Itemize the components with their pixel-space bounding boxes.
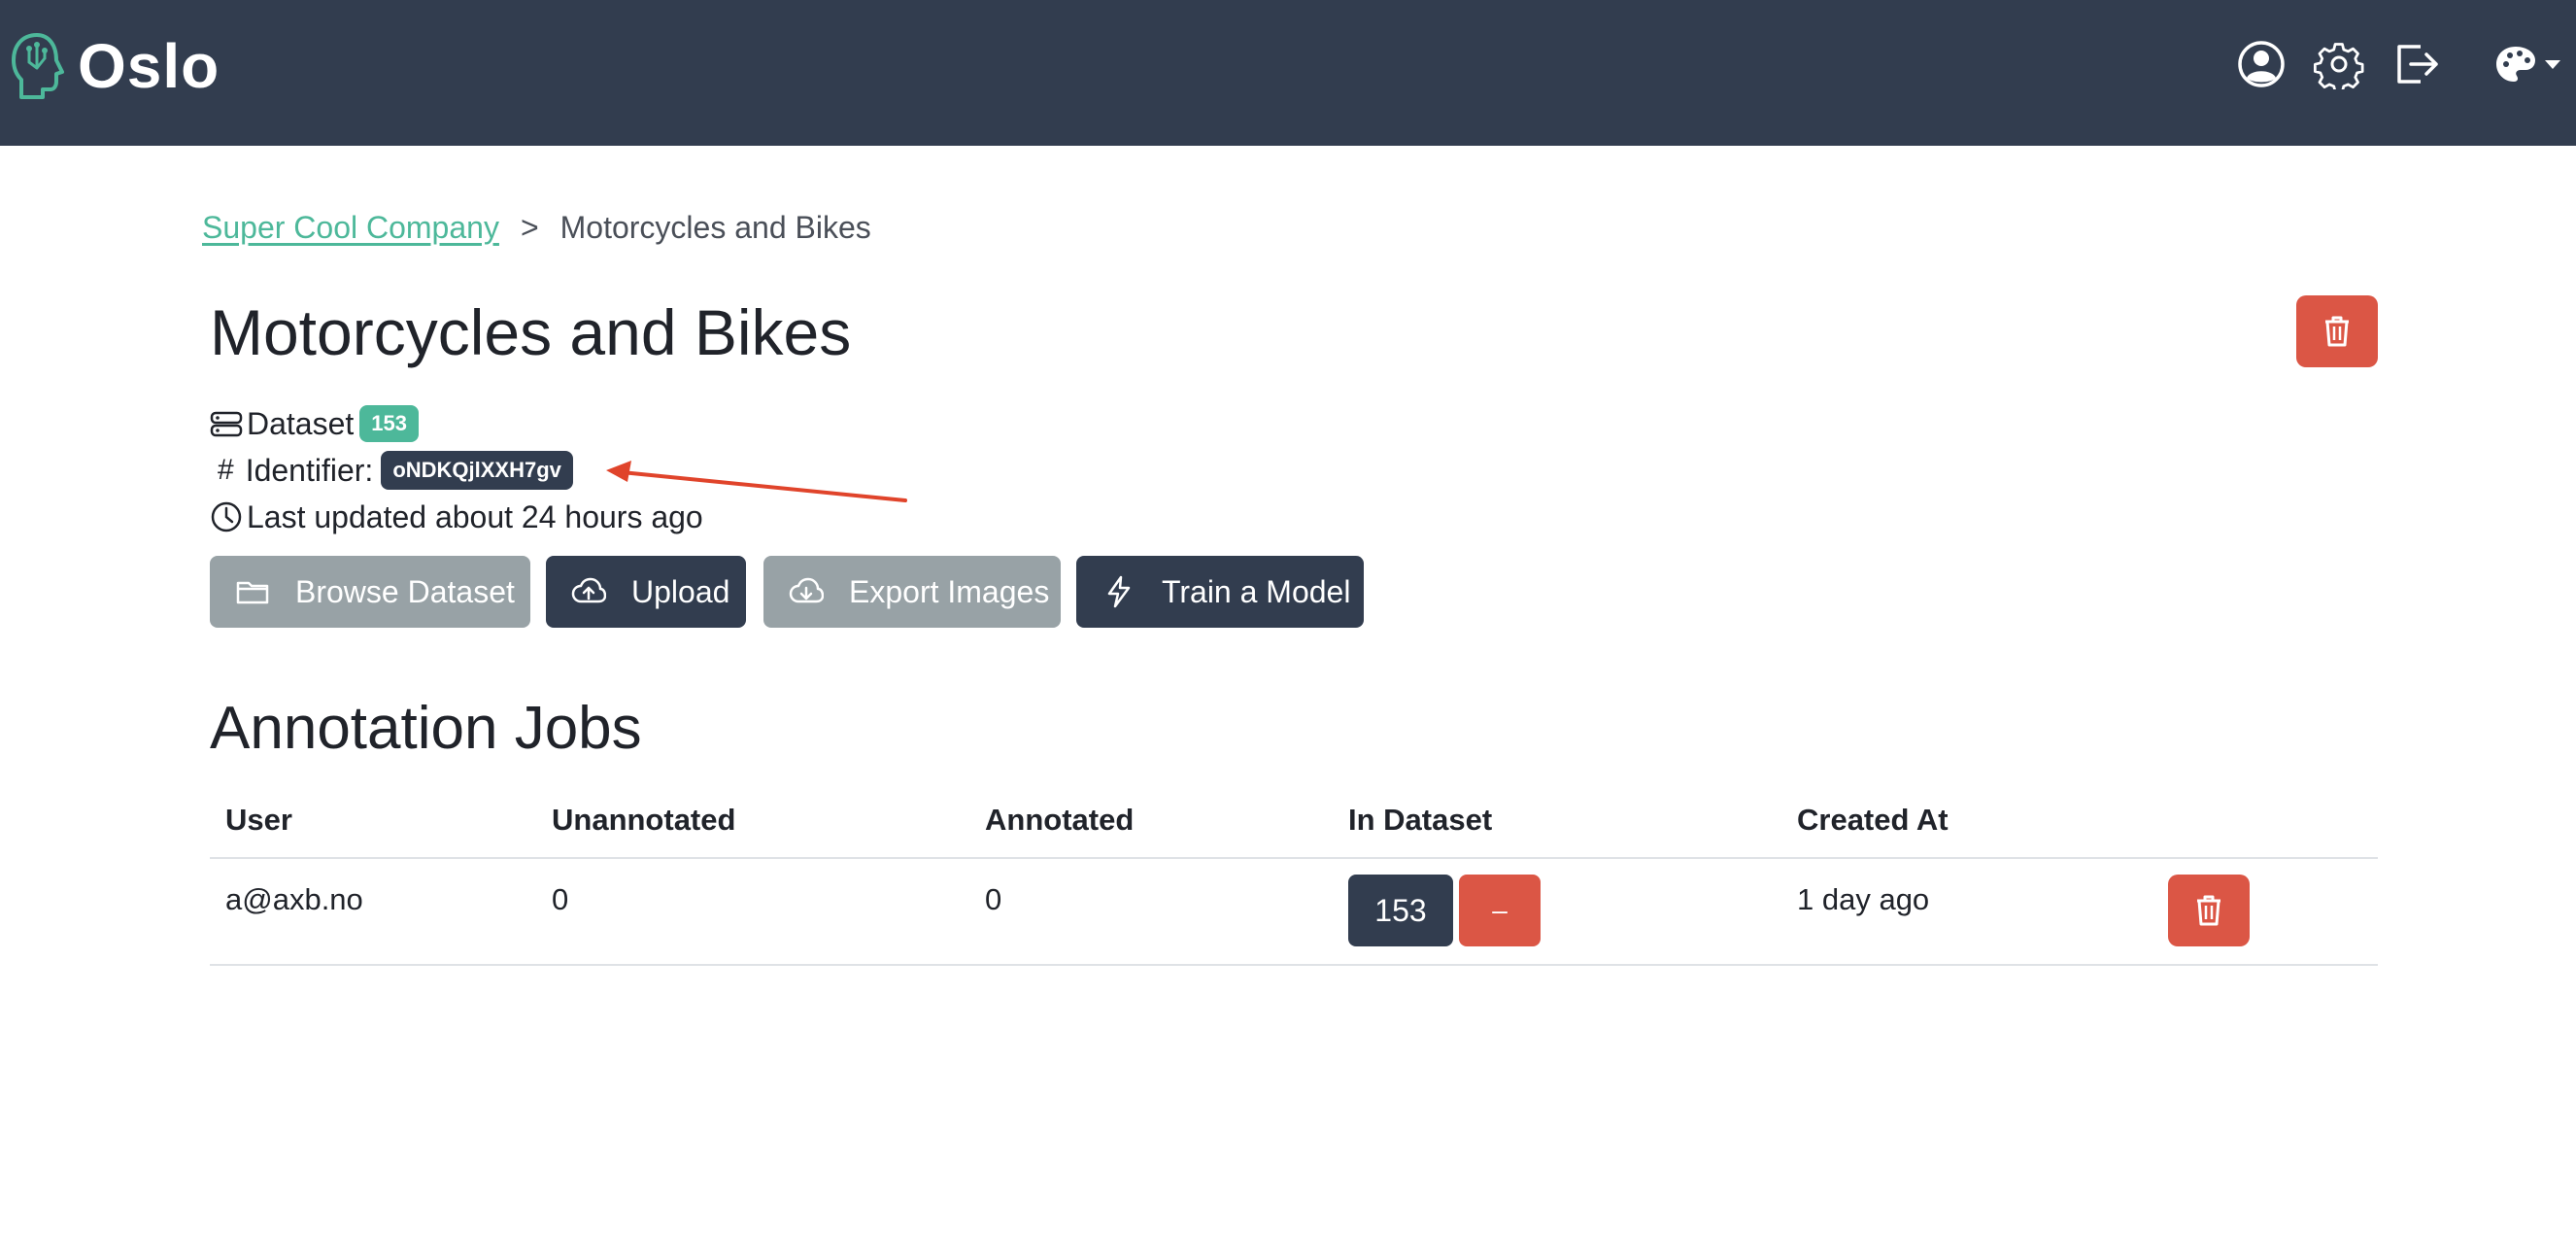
app-name: Oslo — [78, 31, 220, 101]
palette-icon[interactable] — [2492, 39, 2562, 89]
column-header-annotated: Annotated — [985, 803, 1135, 837]
upload-button[interactable]: Upload — [546, 556, 746, 628]
hash-icon: # — [218, 454, 234, 486]
cell-created-at: 1 day ago — [1797, 882, 1930, 916]
column-header-unannotated: Unannotated — [552, 803, 736, 837]
train-model-button[interactable]: Train a Model — [1076, 556, 1364, 628]
page-title: Motorcycles and Bikes — [210, 296, 852, 368]
clock-icon — [211, 501, 242, 532]
cell-unannotated: 0 — [552, 882, 569, 916]
in-dataset-count: 153 — [1348, 875, 1453, 946]
browse-dataset-label: Browse Dataset — [295, 573, 515, 609]
delete-dataset-button[interactable] — [2296, 295, 2378, 367]
brand[interactable]: Oslo — [8, 29, 220, 103]
cell-user: a@axb.no — [225, 882, 363, 916]
breadcrumb-separator: > — [520, 210, 539, 245]
brain-head-logo-icon — [12, 33, 64, 99]
folder-icon — [236, 581, 269, 604]
identifier-badge[interactable]: oNDKQjlXXH7gv — [381, 451, 573, 490]
dataset-count-badge: 153 — [359, 405, 419, 442]
top-navbar: Oslo — [0, 0, 2576, 146]
dataset-meta: Dataset 153 — [210, 402, 419, 445]
cloud-download-icon — [789, 577, 824, 603]
last-updated-text: Last updated about 24 hours ago — [247, 499, 703, 534]
server-stack-icon — [210, 411, 243, 437]
gear-icon[interactable] — [2314, 39, 2364, 89]
cloud-upload-icon — [571, 577, 606, 603]
export-images-label: Export Images — [849, 573, 1050, 609]
trash-icon — [2325, 316, 2349, 347]
breadcrumb: Super Cool Company > Motorcycles and Bik… — [202, 206, 871, 249]
delete-job-button[interactable] — [2168, 875, 2250, 946]
browse-dataset-button[interactable]: Browse Dataset — [210, 556, 530, 628]
trash-icon — [2197, 895, 2220, 926]
cell-annotated: 0 — [985, 882, 1002, 916]
logout-icon[interactable] — [2391, 39, 2442, 89]
column-header-in-dataset: In Dataset — [1348, 803, 1493, 837]
lightning-icon — [1107, 575, 1131, 608]
identifier-meta: # Identifier: oNDKQjlXXH7gv — [210, 449, 573, 492]
remove-from-dataset-button[interactable]: – — [1459, 875, 1541, 946]
updated-meta: Last updated about 24 hours ago — [210, 496, 703, 538]
annotation-jobs-table: User Unannotated Annotated In Dataset Cr… — [210, 787, 2378, 966]
breadcrumb-parent-link[interactable]: Super Cool Company — [202, 206, 499, 249]
upload-label: Upload — [631, 573, 730, 609]
column-header-user: User — [225, 803, 292, 837]
table-row: a@axb.no 0 0 153 – 1 day ago — [210, 859, 2378, 966]
user-circle-icon[interactable] — [2236, 39, 2287, 89]
export-images-button[interactable]: Export Images — [763, 556, 1061, 628]
breadcrumb-current: Motorcycles and Bikes — [559, 210, 871, 245]
column-header-created-at: Created At — [1797, 803, 1949, 837]
annotation-jobs-title: Annotation Jobs — [210, 695, 642, 762]
table-header: User Unannotated Annotated In Dataset Cr… — [210, 787, 2378, 859]
dataset-label: Dataset — [247, 406, 355, 441]
identifier-label: Identifier: — [245, 453, 374, 488]
train-model-label: Train a Model — [1162, 573, 1351, 609]
